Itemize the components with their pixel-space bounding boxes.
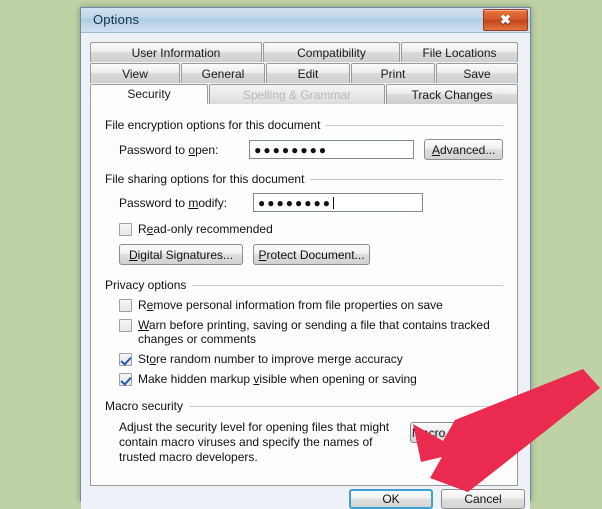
password-modify-input[interactable]: ●●●●●●●● [253,193,423,212]
tab-edit[interactable]: Edit [266,63,350,83]
readonly-recommended-row[interactable]: Read-only recommended [105,222,503,236]
file-encryption-heading: File encryption options for this documen… [105,118,503,132]
macro-security-body: Adjust the security level for opening fi… [105,420,503,465]
dialog-footer: OK Cancel [81,487,530,509]
digital-signatures-label: Digital Signatures... [128,247,234,262]
password-modify-label: Password to modify: [119,195,228,210]
privacy-options-group: Privacy options Remove personal informat… [105,278,503,386]
file-sharing-heading-text: File sharing options for this document [105,172,305,186]
store-random-number-label: Store random number to improve merge acc… [138,352,403,366]
privacy-option-row[interactable]: Make hidden markup visible when opening … [105,372,503,386]
macro-security-heading: Macro security [105,399,503,413]
remove-personal-info-label: Remove personal information from file pr… [138,298,443,312]
warn-before-printing-checkbox[interactable] [119,319,132,332]
privacy-option-row[interactable]: Remove personal information from file pr… [105,298,503,312]
privacy-option-row[interactable]: Store random number to improve merge acc… [105,352,503,366]
password-modify-value: ●●●●●●●● [258,195,332,210]
tab-general[interactable]: General [181,63,265,83]
tab-view[interactable]: View [90,63,180,83]
macro-security-button-label: Macro Security... [411,425,502,440]
file-sharing-group: File sharing options for this document P… [105,172,503,265]
macro-security-group: Macro security Adjust the security level… [105,399,503,465]
tab-user-information[interactable]: User Information [90,42,262,62]
make-hidden-markup-visible-checkbox[interactable] [119,373,132,386]
file-sharing-heading: File sharing options for this document [105,172,503,186]
warn-before-printing-label: Warn before printing, saving or sending … [138,318,490,346]
protect-document-label: Protect Document... [258,247,365,262]
remove-personal-info-checkbox[interactable] [119,299,132,312]
group-divider-line [326,124,503,126]
security-buttons-row: Digital Signatures... Protect Document..… [105,244,503,265]
cancel-button[interactable]: Cancel [441,489,525,509]
advanced-button[interactable]: Advanced... [424,139,503,160]
tab-track-changes[interactable]: Track Changes [386,84,518,104]
file-encryption-group: File encryption options for this documen… [105,118,503,160]
readonly-recommended-label: Read-only recommended [138,222,273,236]
password-open-input[interactable]: ●●●●●●●● [249,140,415,159]
macro-security-button[interactable]: Macro Security... [410,422,503,443]
dialog-titlebar[interactable]: Options ✖ [81,8,530,33]
file-encryption-heading-text: File encryption options for this documen… [105,118,321,132]
tab-strip: User Information Compatibility File Loca… [90,42,518,105]
dialog-title: Options [93,12,140,27]
password-open-label: Password to open: [119,142,219,157]
password-modify-row: Password to modify: ●●●●●●●● [105,193,503,212]
privacy-options-heading-text: Privacy options [105,278,187,292]
ok-button-label: OK [382,492,400,506]
group-divider-line [189,405,503,407]
text-caret [332,196,334,209]
macro-security-description: Adjust the security level for opening fi… [119,420,390,464]
tab-row-3: Security Spelling & Grammar Track Change… [90,84,518,105]
advanced-button-label: Advanced... [431,142,496,157]
store-random-number-checkbox[interactable] [119,353,132,366]
tab-row-2: View General Edit Print Save [90,63,518,84]
privacy-option-row[interactable]: Warn before printing, saving or sending … [105,318,503,346]
macro-security-heading-text: Macro security [105,399,184,413]
close-x-icon: ✖ [500,12,511,27]
cancel-button-label: Cancel [464,492,502,506]
tab-spelling-grammar[interactable]: Spelling & Grammar [209,84,385,104]
digital-signatures-button[interactable]: Digital Signatures... [119,244,243,265]
privacy-options-heading: Privacy options [105,278,503,292]
tab-print[interactable]: Print [351,63,435,83]
tab-security[interactable]: Security [90,84,208,104]
password-open-value: ●●●●●●●● [254,142,329,157]
tab-file-locations[interactable]: File Locations [401,42,518,62]
make-hidden-markup-visible-label: Make hidden markup visible when opening … [138,372,417,386]
close-button[interactable]: ✖ [483,9,528,31]
group-divider-line [192,284,503,286]
protect-document-button[interactable]: Protect Document... [253,244,370,265]
tab-row-1: User Information Compatibility File Loca… [90,42,518,63]
ok-button[interactable]: OK [349,489,433,509]
tab-compatibility[interactable]: Compatibility [263,42,400,62]
readonly-recommended-checkbox[interactable] [119,223,132,236]
tab-save[interactable]: Save [436,63,518,83]
group-divider-line [310,178,503,180]
password-open-row: Password to open: ●●●●●●●● Advanced... [105,139,503,160]
options-dialog: Options ✖ User Information Compatibility… [80,7,531,509]
security-tab-panel: File encryption options for this documen… [90,104,518,486]
